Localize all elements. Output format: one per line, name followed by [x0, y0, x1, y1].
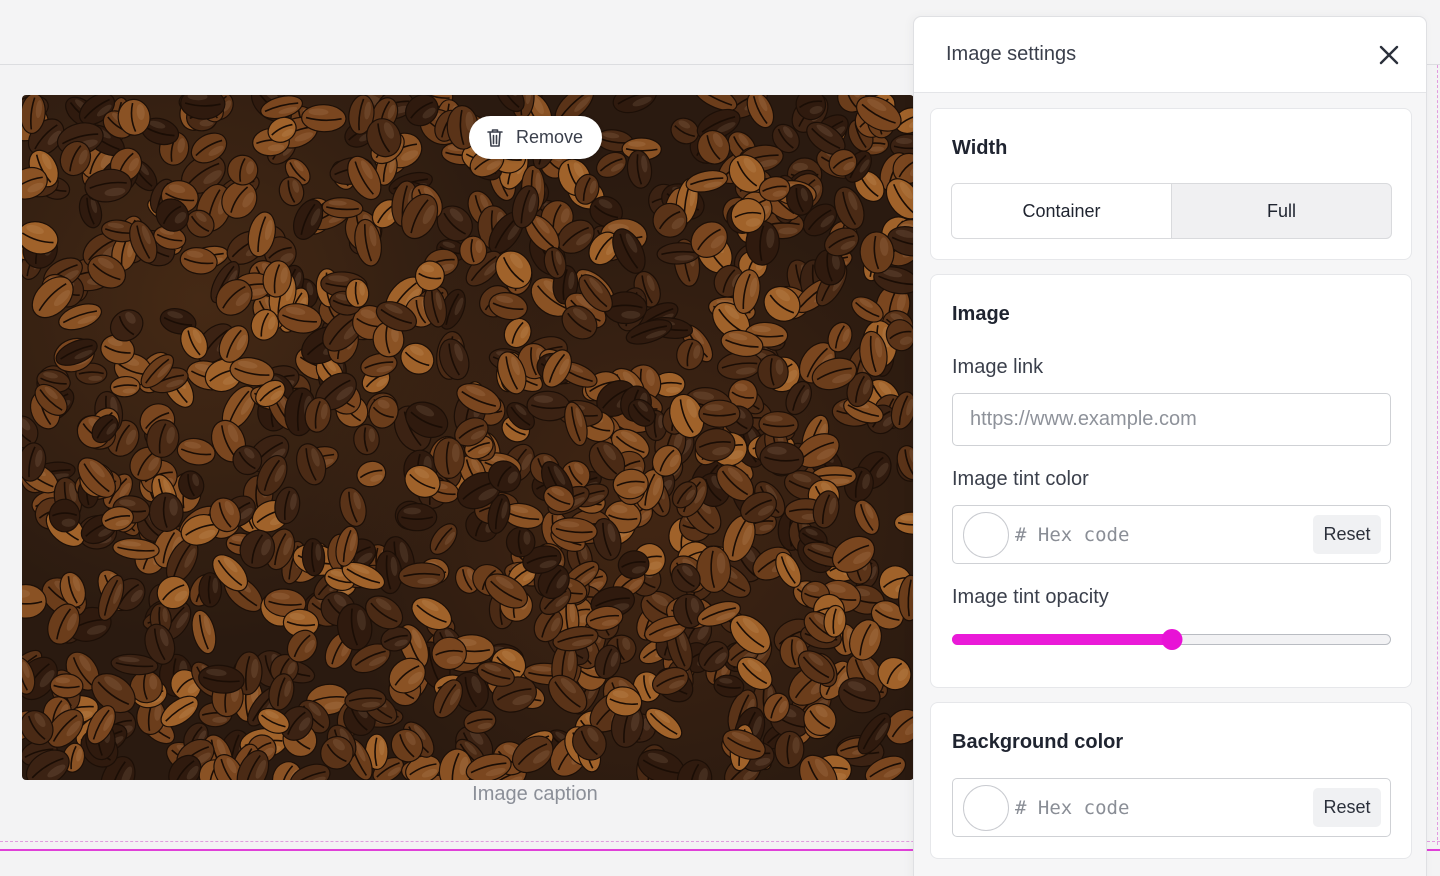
trash-icon [486, 128, 504, 148]
background-color-title: Background color [952, 731, 1124, 753]
image-tint-color-label: Image tint color [952, 468, 1089, 490]
width-title: Width [952, 137, 1008, 159]
section-dashed-outline-right [1437, 65, 1438, 845]
image-tint-opacity-label: Image tint opacity [952, 586, 1109, 608]
width-option-container[interactable]: Container [952, 184, 1172, 238]
image-link-label: Image link [952, 356, 1044, 378]
background-color-field: Reset [952, 778, 1391, 837]
image-tint-color-field: Reset [952, 505, 1391, 564]
background-color-swatch[interactable] [963, 785, 1009, 831]
remove-image-label: Remove [516, 127, 584, 147]
image-caption[interactable]: Image caption [22, 783, 1048, 806]
image-settings-panel: Image settings Width Container Full Imag… [913, 16, 1427, 876]
background-hex-input[interactable] [1015, 787, 1305, 829]
image-card: Image Image link Image tint color Reset … [930, 274, 1412, 688]
background-reset-button[interactable]: Reset [1313, 788, 1381, 827]
image-link-input[interactable] [952, 393, 1391, 446]
slider-fill [952, 634, 1172, 645]
tint-color-swatch[interactable] [963, 512, 1009, 558]
panel-title: Image settings [946, 43, 1077, 65]
tint-reset-button[interactable]: Reset [1313, 515, 1381, 554]
width-card: Width Container Full [930, 108, 1412, 260]
tint-opacity-slider[interactable] [952, 629, 1391, 650]
background-color-card: Background color Reset [930, 702, 1412, 859]
close-icon[interactable] [1376, 42, 1402, 68]
tint-hex-input[interactable] [1015, 514, 1305, 556]
width-option-full[interactable]: Full [1172, 184, 1391, 238]
image-title: Image [952, 303, 1010, 325]
image-block[interactable] [22, 95, 914, 780]
coffee-beans-image [22, 95, 914, 780]
slider-thumb[interactable] [1161, 629, 1182, 650]
panel-header: Image settings [914, 17, 1426, 93]
width-segmented-control: Container Full [951, 183, 1392, 239]
remove-image-button[interactable]: Remove [469, 116, 602, 159]
